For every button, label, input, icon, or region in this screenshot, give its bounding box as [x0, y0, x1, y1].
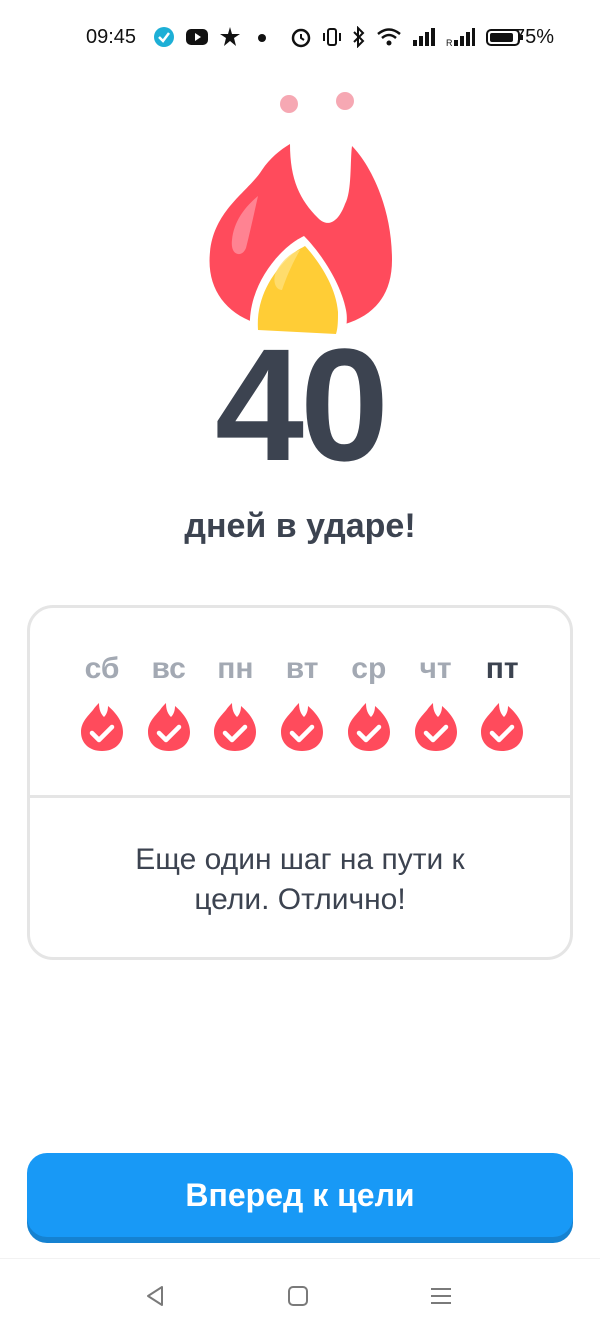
day-column: пт: [467, 608, 537, 752]
day-column: сб: [67, 608, 137, 752]
check-circle-icon: [154, 27, 174, 47]
flame-check-icon: [81, 703, 123, 751]
streak-count: 40: [215, 315, 389, 494]
status-time: 09:45: [86, 26, 137, 48]
svg-text:R: R: [446, 38, 453, 48]
signal-icon: [413, 28, 435, 46]
day-column: вс: [134, 608, 204, 752]
day-label: сб: [84, 652, 120, 685]
decorative-dot: [336, 92, 354, 110]
encouragement-message: Еще один шаг на пути к цели. Отлично!: [135, 843, 465, 916]
dot-icon: [258, 34, 266, 42]
flame-check-icon: [214, 703, 257, 751]
vibrate-icon: [323, 28, 341, 46]
status-left-icons: [153, 26, 273, 48]
week-days: сб вс пн вт ср чт пт: [30, 608, 570, 798]
youtube-icon: [186, 29, 208, 45]
app-icon: [220, 27, 240, 46]
day-column: чт: [401, 608, 471, 752]
day-label: ср: [351, 652, 387, 685]
home-icon[interactable]: [283, 1281, 313, 1311]
continue-button[interactable]: Вперед к цели: [27, 1153, 573, 1237]
menu-icon[interactable]: [426, 1281, 456, 1311]
day-column: вт: [267, 608, 337, 752]
day-label: пт: [485, 652, 519, 685]
day-label: вс: [151, 652, 186, 685]
day-label: пн: [217, 652, 254, 685]
wifi-icon: [377, 28, 401, 46]
decorative-dot: [280, 95, 298, 113]
back-icon[interactable]: [140, 1281, 170, 1311]
battery-percentage: 75%: [514, 26, 555, 48]
streak-headline: дней в ударе!: [184, 507, 416, 545]
flame-check-icon: [347, 703, 390, 751]
alarm-icon: [291, 28, 311, 48]
status-right-icons: R: [290, 26, 524, 48]
system-nav-bar: [0, 1258, 600, 1332]
flame-check-icon: [147, 703, 190, 751]
bluetooth-icon: [353, 26, 365, 48]
flame-check-icon: [414, 703, 457, 751]
flame-check-icon: [481, 703, 524, 751]
day-column: пн: [200, 608, 270, 752]
week-calendar-card: сб вс пн вт ср чт пт Еще один шаг на пути к це…: [27, 605, 573, 960]
day-label: вт: [285, 652, 319, 685]
day-label: чт: [419, 652, 452, 685]
status-bar: 09:45 R 75%: [0, 0, 600, 76]
signal-roaming-icon: R: [446, 28, 475, 48]
flame-check-icon: [281, 703, 324, 751]
day-column: ср: [334, 608, 404, 752]
week-days-section: сб вс пн вт ср чт пт: [30, 608, 570, 798]
